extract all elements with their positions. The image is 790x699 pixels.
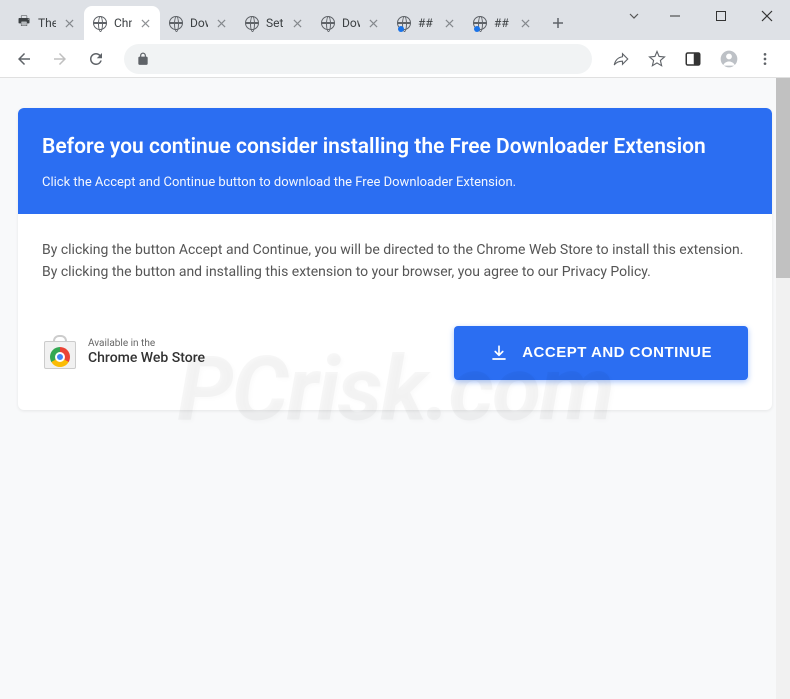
profile-icon	[719, 49, 739, 69]
tab-close-button[interactable]	[366, 16, 380, 30]
scrollbar[interactable]	[776, 78, 790, 699]
tab-label: The P	[38, 16, 56, 30]
webstore-text: Available in the Chrome Web Store	[88, 338, 205, 367]
accept-button-label: ACCEPT AND CONTINUE	[522, 344, 712, 361]
tab-label: ## P	[418, 16, 436, 30]
tab-close-button[interactable]	[138, 16, 152, 30]
globe-icon	[168, 15, 184, 31]
card-description: By clicking the button Accept and Contin…	[42, 240, 748, 283]
reload-button[interactable]	[80, 43, 112, 75]
tab-close-button[interactable]	[214, 16, 228, 30]
window-controls	[616, 0, 790, 32]
side-panel-icon	[684, 50, 702, 68]
download-icon	[490, 344, 508, 362]
card-subtitle: Click the Accept and Continue button to …	[42, 175, 748, 190]
maximize-button[interactable]	[698, 0, 744, 32]
back-arrow-icon	[15, 50, 33, 68]
minimize-button[interactable]	[652, 0, 698, 32]
lock-icon	[136, 52, 150, 66]
notification-dot-icon	[398, 26, 404, 32]
menu-button[interactable]	[748, 42, 782, 76]
tab-4[interactable]: Dow	[312, 6, 388, 40]
tab-5[interactable]: ## P	[388, 6, 464, 40]
share-button[interactable]	[604, 42, 638, 76]
tab-3[interactable]: Setu	[236, 6, 312, 40]
tab-label: Dow	[342, 16, 360, 30]
scrollbar-thumb[interactable]	[776, 78, 790, 278]
window-dropdown-button[interactable]	[616, 0, 652, 32]
webstore-name-label: Chrome Web Store	[88, 350, 205, 367]
tab-0[interactable]: 🖶 The P	[8, 6, 84, 40]
bookmark-button[interactable]	[640, 42, 674, 76]
toolbar-actions	[604, 42, 782, 76]
minimize-icon	[669, 10, 681, 22]
address-bar[interactable]	[124, 44, 592, 74]
tab-label: Dow	[190, 16, 208, 30]
notification-dot-icon	[474, 26, 480, 32]
card-body: By clicking the button Accept and Contin…	[18, 214, 772, 409]
tab-2[interactable]: Dow	[160, 6, 236, 40]
share-icon	[612, 50, 630, 68]
globe-icon	[92, 15, 108, 31]
chevron-down-icon	[628, 10, 640, 22]
close-icon	[761, 10, 773, 22]
forward-arrow-icon	[51, 50, 69, 68]
printer-icon: 🖶	[16, 15, 32, 31]
tab-6[interactable]: ## P	[464, 6, 540, 40]
chrome-webstore-icon	[42, 335, 78, 371]
install-prompt-card: Before you continue consider installing …	[18, 108, 772, 410]
card-title: Before you continue consider installing …	[42, 134, 748, 161]
tab-label: Chro	[114, 16, 132, 30]
tab-close-button[interactable]	[62, 16, 76, 30]
profile-button[interactable]	[712, 42, 746, 76]
tab-label: Setu	[266, 16, 284, 30]
side-panel-button[interactable]	[676, 42, 710, 76]
tab-close-button[interactable]	[518, 16, 532, 30]
accept-continue-button[interactable]: ACCEPT AND CONTINUE	[454, 326, 748, 380]
reload-icon	[87, 50, 105, 68]
star-icon	[648, 50, 666, 68]
tab-close-button[interactable]	[442, 16, 456, 30]
globe-icon	[320, 15, 336, 31]
webstore-available-label: Available in the	[88, 338, 205, 350]
kebab-menu-icon	[757, 51, 773, 67]
tab-1[interactable]: Chro	[84, 6, 160, 40]
card-header: Before you continue consider installing …	[18, 108, 772, 214]
tab-label: ## P	[494, 16, 512, 30]
close-window-button[interactable]	[744, 0, 790, 32]
globe-icon	[244, 15, 260, 31]
page-content: PCrisk.com Before you continue consider …	[0, 78, 790, 699]
browser-toolbar	[0, 40, 790, 78]
chrome-webstore-badge: Available in the Chrome Web Store	[42, 335, 205, 371]
back-button[interactable]	[8, 43, 40, 75]
new-tab-button[interactable]	[544, 9, 572, 37]
plus-icon	[551, 16, 565, 30]
tab-close-button[interactable]	[290, 16, 304, 30]
card-actions: Available in the Chrome Web Store ACCEPT…	[42, 326, 748, 380]
maximize-icon	[715, 10, 727, 22]
forward-button[interactable]	[44, 43, 76, 75]
